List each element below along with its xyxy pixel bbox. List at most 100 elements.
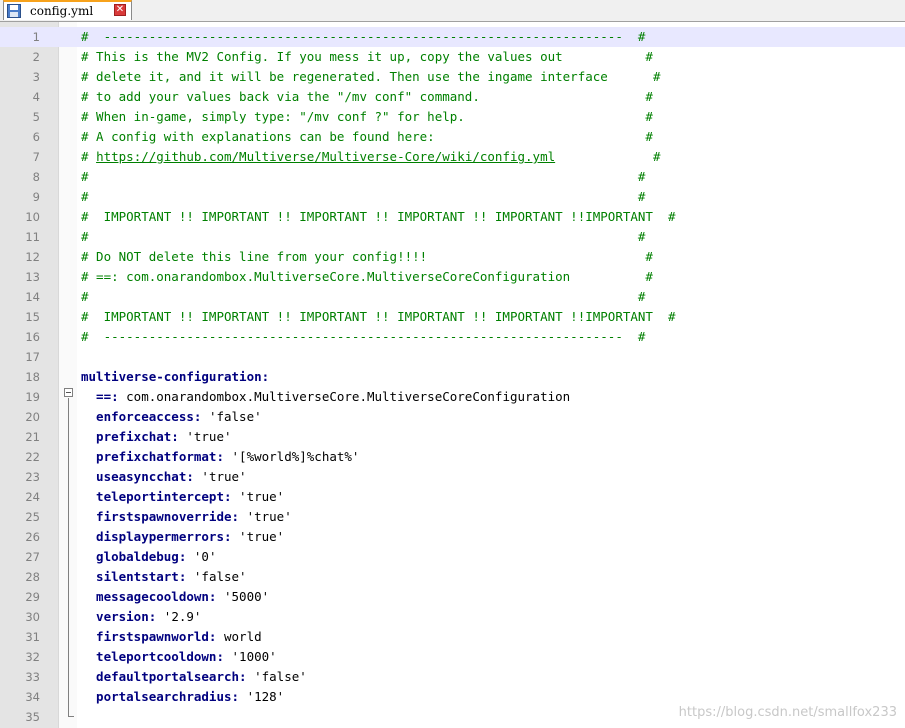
code-line[interactable]: 29 messagecooldown: '5000' (0, 587, 905, 607)
line-number: 16 (25, 330, 40, 344)
line-text: # This is the MV2 Config. If you mess it… (81, 47, 653, 67)
line-number: 4 (32, 90, 40, 104)
code-line[interactable]: 16 # ------------------------------------… (0, 327, 905, 347)
line-number: 7 (32, 150, 40, 164)
yaml-value: '0' (193, 549, 217, 564)
line-text: firstspawnworld: world (81, 627, 262, 647)
line-number: 24 (25, 490, 40, 504)
code-line[interactable]: 1 # -------------------------------------… (0, 27, 905, 47)
line-number: 28 (25, 570, 40, 584)
tab-bar: config.yml ✕ (0, 0, 905, 22)
yaml-key: teleportcooldown: (81, 649, 232, 664)
yaml-key: multiverse-configuration: (81, 369, 270, 384)
yaml-key: firstspawnworld: (81, 629, 224, 644)
code-line[interactable]: 33 defaultportalsearch: 'false' (0, 667, 905, 687)
code-line[interactable]: 26 displaypermerrors: 'true' (0, 527, 905, 547)
yaml-key: messagecooldown: (81, 589, 224, 604)
code-line[interactable]: 23 useasyncchat: 'true' (0, 467, 905, 487)
line-text: # # (81, 227, 645, 247)
wiki-link[interactable]: https://github.com/Multiverse/Multiverse… (96, 149, 555, 164)
yaml-key: prefixchat: (81, 429, 187, 444)
save-icon (7, 4, 21, 18)
line-number: 21 (25, 430, 40, 444)
code-line[interactable]: 30 version: '2.9' (0, 607, 905, 627)
line-text: multiverse-configuration: (81, 367, 269, 387)
code-line[interactable]: 10 # IMPORTANT !! IMPORTANT !! IMPORTANT … (0, 207, 905, 227)
yaml-value: 'true' (246, 509, 292, 524)
line-text: # ==: com.onarandombox.MultiverseCore.Mu… (81, 267, 653, 287)
line-text: # IMPORTANT !! IMPORTANT !! IMPORTANT !!… (81, 307, 676, 327)
code-editor[interactable]: 1 # -------------------------------------… (0, 22, 905, 728)
code-line[interactable]: 27 globaldebug: '0' (0, 547, 905, 567)
code-line[interactable]: 7 # https://github.com/Multiverse/Multive… (0, 147, 905, 167)
code-line[interactable]: 24 teleportintercept: 'true' (0, 487, 905, 507)
line-text: # When in-game, simply type: "/mv conf ?… (81, 107, 653, 127)
code-line[interactable]: 32 teleportcooldown: '1000' (0, 647, 905, 667)
code-line[interactable]: 22 prefixchatformat: '[%world%]%chat%' (0, 447, 905, 467)
line-text: # A config with explanations can be foun… (81, 127, 653, 147)
yaml-value: 'true' (186, 429, 232, 444)
line-number: 34 (25, 690, 40, 704)
line-number: 35 (25, 710, 40, 724)
code-line[interactable]: 3 # delete it, and it will be regenerated… (0, 67, 905, 87)
code-line[interactable]: 5 # When in-game, simply type: "/mv conf … (0, 107, 905, 127)
code-line[interactable]: 20 enforceaccess: 'false' (0, 407, 905, 427)
code-line[interactable]: 18 multiverse-configuration: (0, 367, 905, 387)
code-line[interactable]: 34 portalsearchradius: '128' (0, 687, 905, 707)
comment-text: # This is the MV2 Config. If you mess it… (81, 49, 653, 64)
comment-text: # (555, 149, 661, 164)
code-line[interactable]: 8 # # (0, 167, 905, 187)
code-line[interactable]: 14 # # (0, 287, 905, 307)
yaml-key: ==: (81, 389, 127, 404)
line-number: 29 (25, 590, 40, 604)
code-line[interactable]: 21 prefixchat: 'true' (0, 427, 905, 447)
code-line[interactable]: 31 firstspawnworld: world (0, 627, 905, 647)
code-line[interactable]: 28 silentstart: 'false' (0, 567, 905, 587)
yaml-key: portalsearchradius: (81, 689, 247, 704)
code-line[interactable]: 25 firstspawnoverride: 'true' (0, 507, 905, 527)
comment-text: # ==: com.onarandombox.MultiverseCore.Mu… (81, 269, 653, 284)
line-number: 27 (25, 550, 40, 564)
line-number: 1 (32, 30, 40, 44)
line-text: # --------------------------------------… (81, 327, 645, 347)
line-text: prefixchatformat: '[%world%]%chat%' (81, 447, 359, 467)
line-text: ==: com.onarandombox.MultiverseCore.Mult… (81, 387, 570, 407)
code-line[interactable]: 15 # IMPORTANT !! IMPORTANT !! IMPORTANT … (0, 307, 905, 327)
yaml-value: '5000' (224, 589, 270, 604)
yaml-value: com.onarandombox.MultiverseCore.Multiver… (126, 389, 571, 404)
comment-text: # When in-game, simply type: "/mv conf ?… (81, 109, 653, 124)
fold-collapse-icon[interactable] (64, 388, 73, 397)
comment-text: # IMPORTANT !! IMPORTANT !! IMPORTANT !!… (81, 309, 676, 324)
code-line[interactable]: 11 # # (0, 227, 905, 247)
code-line[interactable]: 19 ==: com.onarandombox.MultiverseCore.M… (0, 387, 905, 407)
line-text: firstspawnoverride: 'true' (81, 507, 292, 527)
code-line[interactable]: 12 # Do NOT delete this line from your co… (0, 247, 905, 267)
line-number: 6 (32, 130, 40, 144)
code-line[interactable]: 17 (0, 347, 905, 367)
line-text: # # (81, 287, 645, 307)
code-line[interactable]: 13 # ==: com.onarandombox.MultiverseCore.… (0, 267, 905, 287)
code-line[interactable]: 9 # # (0, 187, 905, 207)
yaml-key: prefixchatformat: (81, 449, 232, 464)
code-line[interactable]: 4 # to add your values back via the "/mv … (0, 87, 905, 107)
tab-config-yml[interactable]: config.yml ✕ (3, 0, 132, 20)
line-text: defaultportalsearch: 'false' (81, 667, 307, 687)
line-text: globaldebug: '0' (81, 547, 216, 567)
yaml-key: version: (81, 609, 164, 624)
comment-text: # --------------------------------------… (81, 29, 646, 44)
yaml-key: silentstart: (81, 569, 194, 584)
line-number: 10 (25, 210, 40, 224)
close-icon[interactable]: ✕ (114, 4, 126, 16)
line-number: 19 (25, 390, 40, 404)
line-number: 22 (25, 450, 40, 464)
code-line[interactable]: 2 # This is the MV2 Config. If you mess i… (0, 47, 905, 67)
comment-text: # --------------------------------------… (81, 329, 646, 344)
line-text: # IMPORTANT !! IMPORTANT !! IMPORTANT !!… (81, 207, 676, 227)
code-lines: 1 # -------------------------------------… (0, 27, 905, 727)
watermark: https://blog.csdn.net/smallfox233 (678, 705, 897, 720)
yaml-value: 'false' (193, 569, 247, 584)
line-number: 17 (25, 350, 40, 364)
code-line[interactable]: 6 # A config with explanations can be fou… (0, 127, 905, 147)
line-text: # to add your values back via the "/mv c… (81, 87, 653, 107)
line-text: # --------------------------------------… (81, 27, 645, 47)
